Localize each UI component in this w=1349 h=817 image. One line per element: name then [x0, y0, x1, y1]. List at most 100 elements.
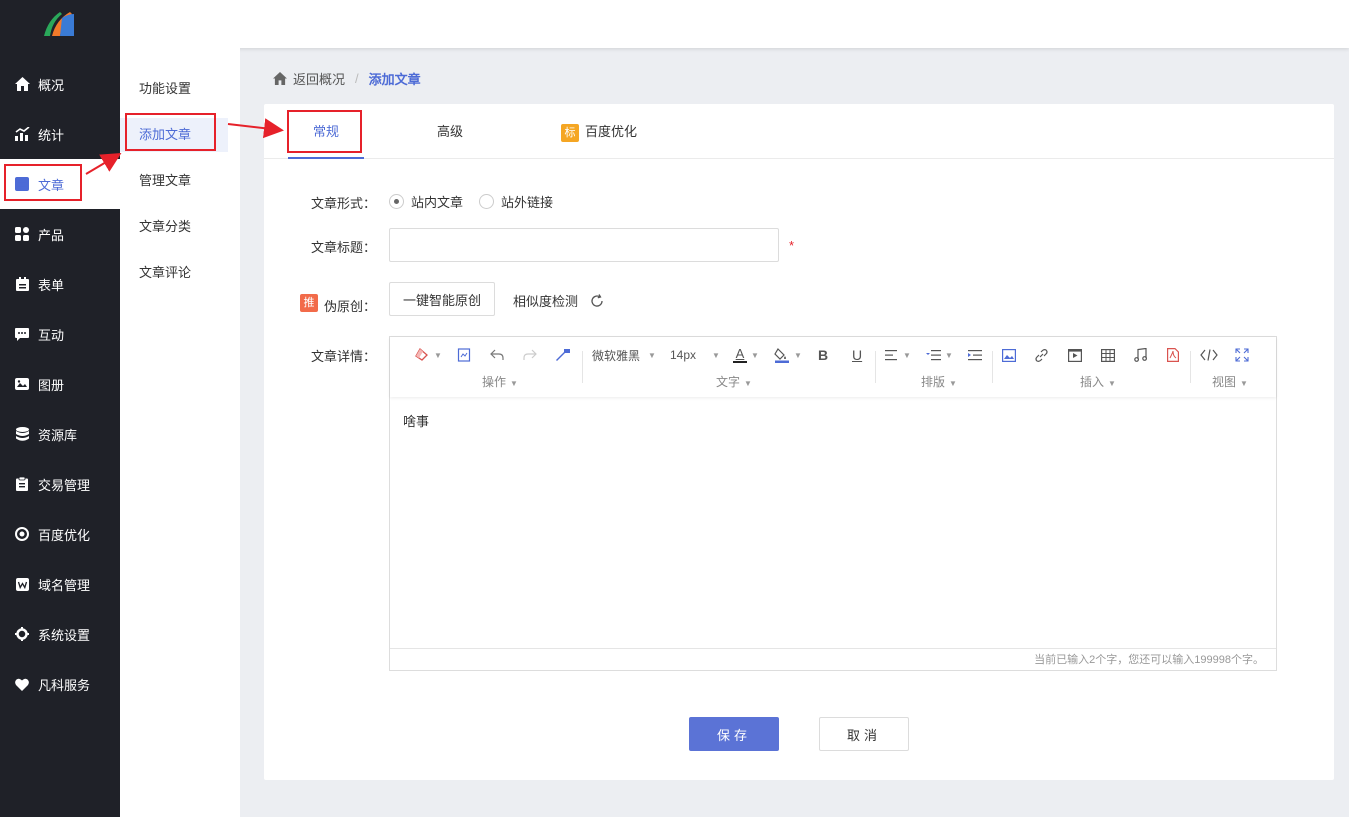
save-button[interactable]: 保存 [689, 717, 779, 751]
line-spacing-button[interactable]: ▼ [926, 345, 953, 365]
insert-pdf-button[interactable] [1167, 345, 1179, 365]
font-color-icon: A [733, 347, 747, 363]
tab-bar: 常规 高级 标百度优化 [264, 104, 1334, 159]
format-brush-button[interactable] [457, 345, 471, 365]
highlight-box-add-article [125, 113, 216, 151]
editor-toolbar: ▼ 操作 ▼ 微软雅黑 ▼ 14px ▼ A ▼ ▼ B U 文字 ▼ ▼ ▼ … [390, 337, 1276, 397]
insert-music-button[interactable] [1134, 345, 1147, 365]
eraser-button[interactable]: ▼ [414, 345, 442, 365]
undo-button[interactable] [490, 345, 504, 365]
redo-button[interactable] [523, 345, 537, 365]
background-color-button[interactable]: ▼ [774, 345, 802, 365]
sidebar-item-service[interactable]: 凡科服务 [0, 659, 120, 709]
video-icon [1068, 348, 1082, 362]
cancel-button[interactable]: 取消 [819, 717, 909, 751]
paint-bucket-icon [774, 348, 789, 363]
toolbar-group-text[interactable]: 文字 ▼ [716, 373, 752, 390]
fullscreen-icon [1235, 348, 1249, 362]
insert-video-button[interactable] [1068, 345, 1082, 365]
sidebar-item-baidu[interactable]: 百度优化 [0, 509, 120, 559]
link-icon [1035, 348, 1048, 362]
editor-content[interactable]: 啥事 [403, 411, 429, 430]
chat-icon [14, 326, 30, 342]
breadcrumb: 返回概况 / 添加文章 [273, 68, 421, 88]
article-form-panel: 常规 高级 标百度优化 文章形式： 站内文章 站外链接 文章标题： * 推 伪原… [264, 104, 1334, 780]
toolbar-group-insert[interactable]: 插入 ▼ [1080, 373, 1116, 390]
toolbar-group-operation[interactable]: 操作 ▼ [482, 373, 518, 390]
pseudo-original-label: 伪原创： [324, 299, 377, 314]
database-icon [14, 426, 30, 442]
tab-baidu-label: 百度优化 [584, 124, 637, 139]
document-icon [457, 348, 471, 362]
sidebar-item-resources[interactable]: 资源库 [0, 409, 120, 459]
sidebar-item-label: 交易管理 [38, 477, 91, 493]
sidebar-item-stats[interactable]: 统计 [0, 109, 120, 159]
paint-format-button[interactable] [555, 345, 571, 365]
sidebar-item-label: 域名管理 [38, 577, 91, 593]
sidebar-item-album[interactable]: 图册 [0, 359, 120, 409]
top-bar [120, 0, 1349, 48]
radio-circle [479, 194, 494, 209]
sidebar-item-label: 资源库 [38, 427, 78, 443]
similarity-check-button[interactable]: 相似度检测 [513, 291, 604, 310]
home-icon[interactable] [273, 71, 287, 85]
font-family-select[interactable]: 微软雅黑 ▼ [592, 345, 656, 365]
align-button[interactable]: ▼ [885, 345, 911, 365]
radio-external-link[interactable]: 站外链接 [479, 192, 553, 211]
sidebar-item-settings[interactable]: 系统设置 [0, 609, 120, 659]
submenu-item-comments[interactable]: 文章评论 [120, 256, 228, 290]
sidebar-item-label: 产品 [38, 227, 65, 243]
sidebar-item-domain[interactable]: 域名管理 [0, 559, 120, 609]
toolbar-group-layout[interactable]: 排版 ▼ [921, 373, 957, 390]
submenu-item-category[interactable]: 文章分类 [120, 210, 228, 244]
radio-internal-article[interactable]: 站内文章 [389, 192, 463, 211]
font-size-select[interactable]: 14px ▼ [670, 345, 720, 365]
article-type-label: 文章形式： [310, 196, 376, 211]
gear-icon [14, 626, 30, 642]
insert-link-button[interactable] [1034, 345, 1049, 365]
sidebar-item-trade[interactable]: 交易管理 [0, 459, 120, 509]
align-left-icon [885, 350, 897, 361]
sidebar-item-interaction[interactable]: 互动 [0, 309, 120, 359]
bold-button[interactable]: B [818, 345, 828, 365]
submenu-item-settings[interactable]: 功能设置 [120, 72, 228, 106]
fullscreen-button[interactable] [1235, 345, 1249, 365]
insert-table-button[interactable] [1101, 345, 1115, 365]
indent-icon [968, 350, 982, 361]
sidebar-item-label: 百度优化 [38, 527, 91, 543]
article-title-input[interactable] [389, 228, 779, 262]
paintbrush-icon [556, 349, 570, 361]
highlight-box-general-tab [287, 110, 362, 153]
smart-original-button[interactable]: 一键智能原创 [389, 282, 495, 316]
sidebar-item-label: 图册 [38, 377, 65, 393]
sidebar-item-label: 系统设置 [38, 627, 91, 643]
sidebar-item-label: 表单 [38, 277, 65, 293]
indent-button[interactable] [968, 345, 982, 365]
tab-baidu-seo[interactable]: 标百度优化 [554, 104, 644, 159]
home-icon [14, 76, 30, 92]
toolbar-group-view[interactable]: 视图 ▼ [1212, 373, 1248, 390]
redo-icon [523, 349, 537, 360]
clipboard-icon [14, 476, 30, 492]
breadcrumb-back-link[interactable]: 返回概况 [293, 69, 345, 88]
underline-button[interactable]: U [852, 345, 862, 365]
highlight-box-article [4, 164, 82, 201]
main-sidebar: 概况 统计 文章 产品 表单 互动 图册 资源库 交易管理 百度优化 域名管理 [0, 0, 120, 817]
article-submenu: 功能设置 添加文章 管理文章 文章分类 文章评论 [120, 48, 240, 817]
source-code-button[interactable] [1200, 345, 1218, 365]
sidebar-item-overview[interactable]: 概况 [0, 59, 120, 109]
tab-advanced[interactable]: 高级 [414, 104, 486, 159]
radio-label: 站内文章 [411, 195, 464, 210]
target-icon [14, 526, 30, 542]
submenu-item-manage-article[interactable]: 管理文章 [120, 164, 228, 198]
font-color-button[interactable]: A ▼ [733, 345, 759, 365]
sidebar-item-label: 概况 [38, 77, 65, 93]
breadcrumb-separator: / [355, 70, 359, 86]
sidebar-item-form[interactable]: 表单 [0, 259, 120, 309]
undo-icon [490, 349, 504, 360]
insert-image-button[interactable] [1002, 345, 1016, 365]
similarity-check-label: 相似度检测 [513, 294, 579, 309]
sidebar-item-product[interactable]: 产品 [0, 209, 120, 259]
form-icon [14, 276, 30, 292]
article-detail-label: 文章详情： [310, 349, 376, 364]
